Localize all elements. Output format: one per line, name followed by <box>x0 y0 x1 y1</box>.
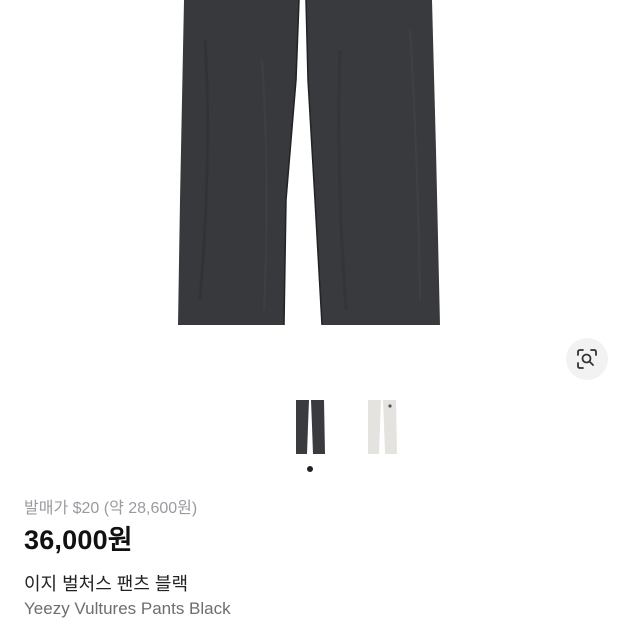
white-pants-thumbnail <box>368 400 397 454</box>
image-search-lens-button[interactable] <box>566 338 608 380</box>
product-detail-page: 발매가 $20 (약 28,600원) 36,000원 이지 벌처스 팬츠 블랙… <box>0 0 620 620</box>
black-pants-image <box>178 0 440 326</box>
image-thumbnails <box>0 396 620 466</box>
product-name-korean: 이지 벌처스 팬츠 블랙 <box>24 574 189 594</box>
release-price: 발매가 $20 (약 28,600원) <box>24 500 198 517</box>
product-main-image[interactable] <box>0 0 620 380</box>
gallery-page-indicator <box>307 466 313 472</box>
black-pants-thumbnail <box>296 400 325 454</box>
current-price: 36,000원 <box>24 525 133 555</box>
thumbnail-white-pants[interactable] <box>360 396 404 460</box>
product-name-english: Yeezy Vultures Pants Black <box>24 599 231 618</box>
thumbnail-black-pants[interactable] <box>288 396 332 460</box>
image-search-lens-icon <box>577 349 597 369</box>
